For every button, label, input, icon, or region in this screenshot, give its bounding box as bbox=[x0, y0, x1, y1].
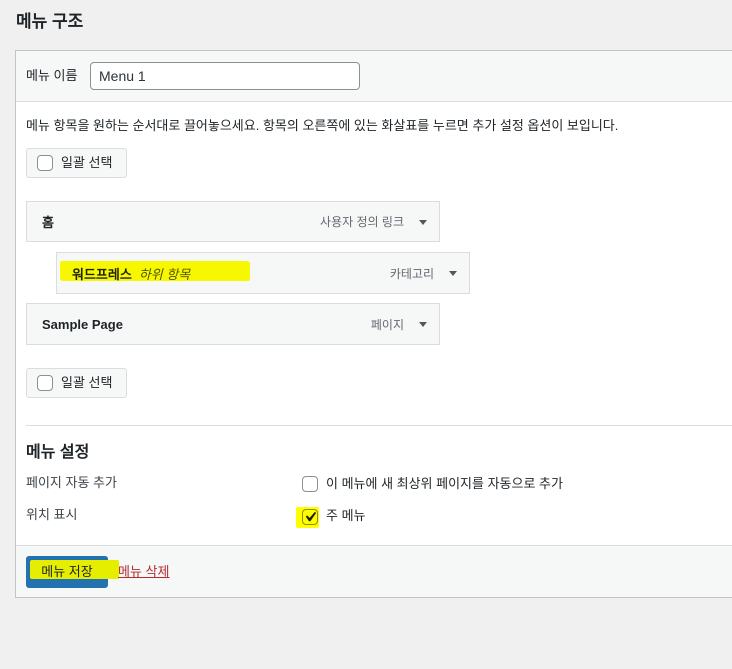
menu-item-wordpress[interactable]: 워드프레스 하위 항목 카테고리 bbox=[56, 252, 470, 294]
menu-actions-footer: 메뉴 저장 메뉴 삭제 bbox=[16, 545, 732, 597]
menu-item-type: 페이지 bbox=[370, 317, 404, 332]
bulk-select-checkbox[interactable] bbox=[37, 375, 53, 391]
menu-item-type: 카테고리 bbox=[389, 266, 434, 281]
menu-item-title: 워드프레스 하위 항목 bbox=[72, 253, 190, 293]
submenu-indicator: 하위 항목 bbox=[138, 266, 191, 282]
arrow-down-icon[interactable] bbox=[416, 215, 430, 229]
menu-settings-heading: 메뉴 설정 bbox=[26, 444, 90, 461]
divider bbox=[26, 425, 732, 426]
primary-menu-option-label[interactable]: 주 메뉴 bbox=[326, 506, 366, 526]
menu-item-type: 사용자 정의 링크 bbox=[320, 215, 404, 229]
bulk-select-checkbox[interactable] bbox=[37, 155, 53, 171]
checkmark-icon bbox=[305, 511, 317, 522]
menu-item-title-text: 워드프레스 bbox=[72, 266, 132, 282]
menu-item-title: 홈 bbox=[42, 202, 54, 241]
primary-menu-checkbox[interactable] bbox=[302, 509, 318, 525]
menu-item-title-text: Sample Page bbox=[42, 316, 123, 332]
bulk-select-label: 일괄 선택 bbox=[61, 155, 113, 170]
menu-item-title-text: 홈 bbox=[42, 215, 54, 230]
arrow-down-icon[interactable] bbox=[416, 317, 430, 331]
bulk-select-label: 일괄 선택 bbox=[61, 375, 113, 390]
display-location-label: 위치 표시 bbox=[26, 507, 78, 522]
delete-menu-link[interactable]: 메뉴 삭제 bbox=[118, 562, 169, 582]
save-menu-button[interactable]: 메뉴 저장 bbox=[26, 556, 108, 588]
page-title: 메뉴 구조 bbox=[16, 12, 84, 31]
auto-add-option-label[interactable]: 이 메뉴에 새 최상위 페이지를 자동으로 추가 bbox=[326, 474, 563, 494]
menu-name-label: 메뉴 이름 bbox=[26, 68, 78, 83]
bulk-select-button[interactable]: 일괄 선택 bbox=[26, 148, 127, 178]
drag-instructions: 메뉴 항목을 원하는 순서대로 끌어놓으세요. 항목의 오른쪽에 있는 화살표를… bbox=[26, 118, 619, 133]
menu-item-sample-page[interactable]: Sample Page 페이지 bbox=[26, 303, 440, 345]
auto-add-label: 페이지 자동 추가 bbox=[26, 475, 117, 490]
menu-name-header: 메뉴 이름 bbox=[16, 51, 732, 102]
arrow-down-icon[interactable] bbox=[446, 266, 460, 280]
bulk-select-button[interactable]: 일괄 선택 bbox=[26, 368, 127, 398]
menu-structure-panel: 메뉴 이름 메뉴 항목을 원하는 순서대로 끌어놓으세요. 항목의 오른쪽에 있… bbox=[15, 50, 732, 598]
menu-name-input[interactable] bbox=[90, 62, 360, 90]
menu-item-home[interactable]: 홈 사용자 정의 링크 bbox=[26, 201, 440, 242]
auto-add-checkbox[interactable] bbox=[302, 476, 318, 492]
menu-item-title: Sample Page bbox=[42, 304, 123, 344]
save-menu-label: 메뉴 저장 bbox=[41, 564, 93, 579]
